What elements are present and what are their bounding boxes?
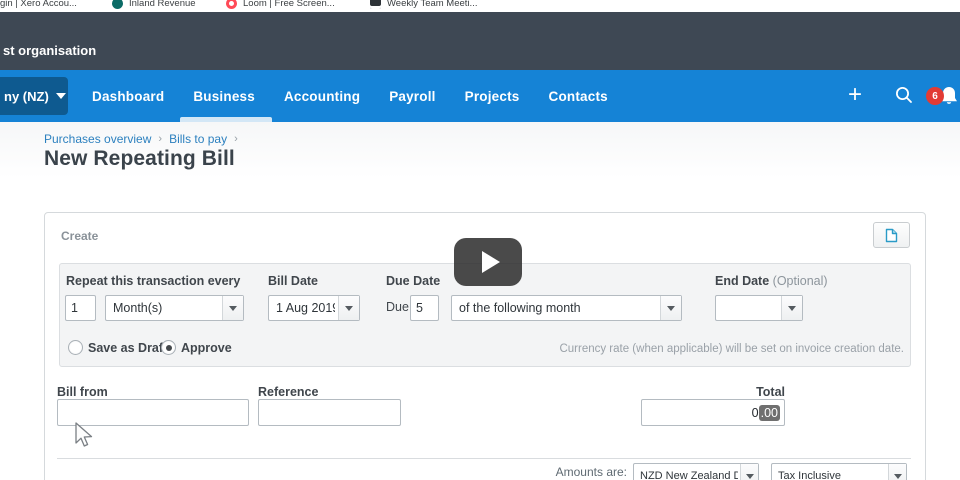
section-divider bbox=[57, 458, 911, 459]
breadcrumb-separator: › bbox=[234, 133, 238, 145]
chevron-down-icon bbox=[55, 93, 66, 99]
org-selector-label: ny (NZ) bbox=[4, 88, 49, 104]
bill-date-label: Bill Date bbox=[268, 274, 319, 288]
repeat-count-input[interactable] bbox=[65, 295, 96, 321]
end-date-select[interactable] bbox=[715, 295, 803, 321]
document-icon bbox=[885, 228, 898, 242]
due-date-label: Due Date bbox=[386, 274, 441, 288]
mouse-cursor-icon bbox=[75, 422, 93, 447]
repeat-unit-select[interactable]: Month(s) bbox=[105, 295, 244, 321]
bookmark-label: Weekly Team Meeti... bbox=[387, 0, 478, 9]
breadcrumb: Purchases overview › Bills to pay › bbox=[44, 132, 238, 146]
due-unit-select[interactable]: of the following month bbox=[451, 295, 682, 321]
due-day-input[interactable] bbox=[410, 295, 439, 321]
organisation-bar: st organisation bbox=[0, 12, 960, 70]
end-date-optional-hint: (Optional) bbox=[772, 274, 828, 288]
approve-label: Approve bbox=[181, 341, 232, 355]
currency-note: Currency rate (when applicable) will be … bbox=[559, 343, 904, 355]
nav-item-accounting[interactable]: Accounting bbox=[284, 89, 360, 104]
notification-count-badge: 6 bbox=[926, 87, 944, 105]
calendar-favicon-icon bbox=[370, 0, 381, 9]
bookmark-label: Inland Revenue bbox=[129, 0, 196, 9]
copy-document-button[interactable] bbox=[873, 222, 910, 248]
reference-input[interactable] bbox=[258, 399, 401, 426]
main-navbar: ny (NZ) Dashboard Business Accounting Pa… bbox=[0, 70, 960, 122]
search-button[interactable] bbox=[894, 85, 914, 110]
total-label: Total bbox=[756, 385, 785, 399]
bookmark-label: gin | Xero Accou... bbox=[0, 0, 77, 9]
bookmark-inland-revenue[interactable]: Inland Revenue bbox=[112, 0, 196, 9]
chevron-down-icon bbox=[888, 464, 906, 480]
screen: gin | Xero Accou... Inland Revenue Loom … bbox=[0, 0, 960, 480]
chevron-down-icon bbox=[338, 296, 359, 320]
total-input[interactable]: 0.00 bbox=[641, 399, 785, 426]
breadcrumb-separator: › bbox=[158, 133, 163, 145]
nav-items: Dashboard Business Accounting Payroll Pr… bbox=[92, 70, 608, 122]
save-as-draft-label: Save as Draft bbox=[88, 341, 168, 355]
loom-favicon-icon bbox=[226, 0, 237, 9]
total-fraction-highlight: .00 bbox=[758, 404, 780, 421]
end-date-label: End Date (Optional) bbox=[715, 274, 828, 288]
repeat-label: Repeat this transaction every bbox=[66, 274, 241, 288]
chevron-down-icon bbox=[660, 296, 681, 320]
inland-revenue-favicon-icon bbox=[112, 0, 123, 9]
bookmark-loom[interactable]: Loom | Free Screen... bbox=[226, 0, 335, 9]
bookmark-xero[interactable]: gin | Xero Accou... bbox=[0, 0, 77, 9]
due-prefix-label: Due bbox=[386, 300, 409, 314]
total-integer: 0 bbox=[751, 405, 759, 420]
nav-item-contacts[interactable]: Contacts bbox=[549, 89, 608, 104]
save-as-draft-radio[interactable] bbox=[68, 340, 83, 355]
approve-radio[interactable] bbox=[161, 340, 176, 355]
reference-label: Reference bbox=[258, 385, 319, 399]
org-selector-dropdown[interactable]: ny (NZ) bbox=[0, 77, 68, 115]
nav-item-dashboard[interactable]: Dashboard bbox=[92, 89, 164, 104]
organisation-name: st organisation bbox=[3, 43, 97, 58]
notifications-button[interactable]: 6 bbox=[926, 84, 960, 113]
nav-item-projects[interactable]: Projects bbox=[465, 89, 520, 104]
bill-from-label: Bill from bbox=[57, 385, 108, 399]
video-play-button[interactable] bbox=[454, 238, 522, 286]
status-radio-row: Save as Draft Approve Currency rate (whe… bbox=[60, 340, 910, 360]
search-icon bbox=[896, 87, 912, 103]
nav-item-business[interactable]: Business bbox=[193, 89, 255, 104]
chevron-down-icon bbox=[781, 296, 802, 320]
chevron-down-icon bbox=[740, 464, 758, 480]
amounts-are-label: Amounts are: bbox=[555, 465, 627, 479]
bookmark-weekly-meeting[interactable]: Weekly Team Meeti... bbox=[370, 0, 477, 9]
play-icon bbox=[481, 251, 500, 273]
panel-header-label: Create bbox=[61, 229, 99, 243]
tax-option-select[interactable]: Tax Inclusive bbox=[771, 463, 907, 480]
page-title: New Repeating Bill bbox=[44, 147, 235, 170]
add-new-button[interactable]: + bbox=[848, 83, 862, 107]
nav-item-payroll[interactable]: Payroll bbox=[389, 89, 435, 104]
breadcrumb-bills-to-pay[interactable]: Bills to pay bbox=[169, 132, 227, 146]
bill-date-select[interactable]: 1 Aug 2019 bbox=[268, 295, 360, 321]
bookmark-label: Loom | Free Screen... bbox=[243, 0, 335, 9]
breadcrumb-purchases-overview[interactable]: Purchases overview bbox=[44, 132, 151, 146]
bookmarks-bar: gin | Xero Accou... Inland Revenue Loom … bbox=[0, 0, 960, 12]
currency-select[interactable]: NZD New Zealand Dollar bbox=[633, 463, 759, 480]
chevron-down-icon bbox=[222, 296, 243, 320]
